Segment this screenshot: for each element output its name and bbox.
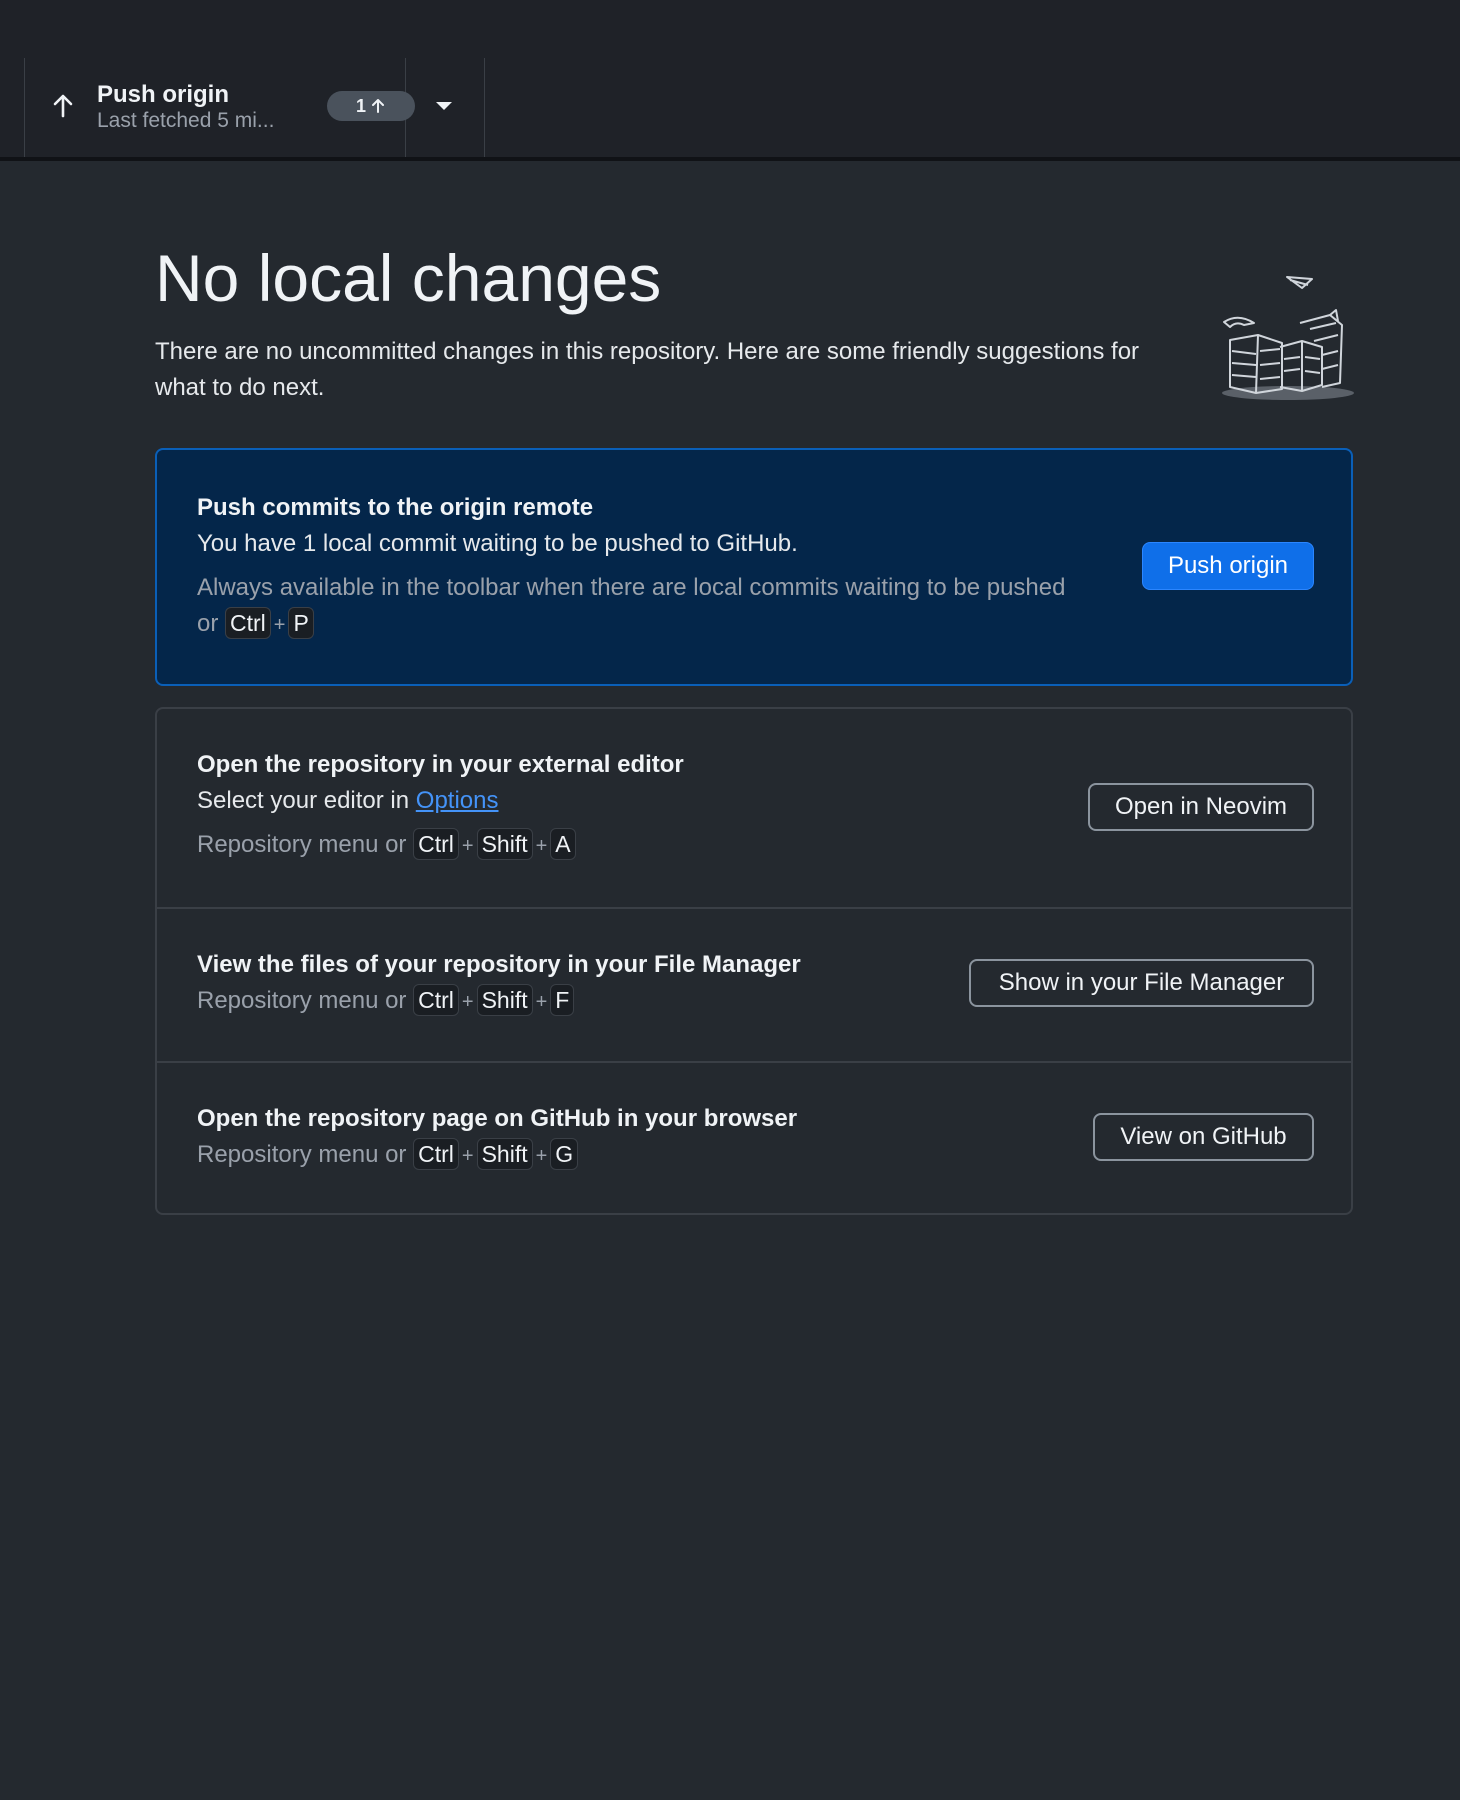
key-ctrl: Ctrl: [413, 984, 459, 1016]
page-description: There are no uncommitted changes in this…: [155, 338, 1140, 401]
ahead-count-badge: 1: [327, 91, 415, 121]
file-manager-hint-text: Repository menu or: [197, 987, 407, 1014]
push-commits-card: Push commits to the origin remote You ha…: [155, 448, 1353, 686]
plus-sign: +: [535, 991, 548, 1013]
push-commits-description: You have 1 local commit waiting to be pu…: [197, 530, 798, 557]
plus-sign: +: [535, 835, 548, 857]
key-p: P: [288, 607, 314, 639]
push-commits-hint: Always available in the toolbar when the…: [197, 570, 1077, 643]
arrow-up-icon: [53, 94, 73, 118]
key-ctrl: Ctrl: [413, 1138, 459, 1170]
push-origin-button[interactable]: Push origin: [1142, 542, 1314, 590]
open-editor-description: Select your editor in Options: [197, 787, 499, 815]
github-hint-text: Repository menu or: [197, 1141, 407, 1168]
push-dropdown-button[interactable]: [406, 58, 485, 157]
open-editor-description-text: Select your editor in: [197, 787, 410, 814]
key-ctrl: Ctrl: [225, 607, 271, 639]
open-editor-hint-text: Repository menu or: [197, 831, 407, 858]
plus-sign: +: [461, 1145, 474, 1167]
open-in-editor-button[interactable]: Open in Neovim: [1088, 783, 1314, 831]
push-commits-row: Push commits to the origin remote You ha…: [157, 450, 1351, 684]
caret-down-icon: [436, 102, 452, 110]
plus-sign: +: [273, 614, 286, 636]
push-commits-hint-text: Always available in the toolbar when the…: [197, 574, 1066, 637]
plus-sign: +: [535, 1145, 548, 1167]
plus-sign: +: [461, 991, 474, 1013]
github-title: Open the repository page on GitHub in yo…: [197, 1105, 798, 1132]
page-title: No local changes: [155, 241, 662, 315]
key-ctrl: Ctrl: [413, 828, 459, 860]
show-in-file-manager-button[interactable]: Show in your File Manager: [969, 959, 1314, 1007]
push-origin-toolbar-button[interactable]: Push origin Last fetched 5 mi... 1: [25, 58, 415, 157]
github-row: Open the repository page on GitHub in yo…: [157, 1061, 1351, 1213]
view-on-github-button[interactable]: View on GitHub: [1093, 1113, 1314, 1161]
key-shift: Shift: [476, 1138, 533, 1170]
last-fetched-text: Last fetched 5 mi...: [97, 109, 275, 132]
suggestions-card: Open the repository in your external edi…: [155, 707, 1353, 1215]
file-manager-row: View the files of your repository in you…: [157, 907, 1351, 1061]
plus-sign: +: [461, 835, 474, 857]
paper-stacks-illustration: [1222, 276, 1354, 400]
window-titlebar: [0, 0, 1460, 58]
key-shift: Shift: [476, 984, 533, 1016]
key-g: G: [550, 1138, 579, 1170]
key-a: A: [550, 828, 576, 860]
toolbar: Push origin Last fetched 5 mi... 1: [0, 58, 1460, 161]
options-link[interactable]: Options: [416, 787, 499, 814]
key-shift: Shift: [476, 828, 533, 860]
push-origin-title: Push origin: [97, 81, 229, 108]
open-editor-hint: Repository menu or Ctrl + Shift + A: [197, 827, 576, 864]
open-editor-title: Open the repository in your external edi…: [197, 751, 684, 778]
file-manager-hint: Repository menu or Ctrl + Shift + F: [197, 983, 575, 1020]
arrow-up-icon: [372, 99, 384, 113]
ahead-count: 1: [355, 95, 366, 116]
open-editor-row: Open the repository in your external edi…: [157, 709, 1351, 907]
toolbar-spacer: [0, 58, 25, 157]
file-manager-title: View the files of your repository in you…: [197, 951, 801, 978]
key-f: F: [550, 984, 575, 1016]
github-hint: Repository menu or Ctrl + Shift + G: [197, 1137, 579, 1174]
push-commits-title: Push commits to the origin remote: [197, 494, 594, 521]
